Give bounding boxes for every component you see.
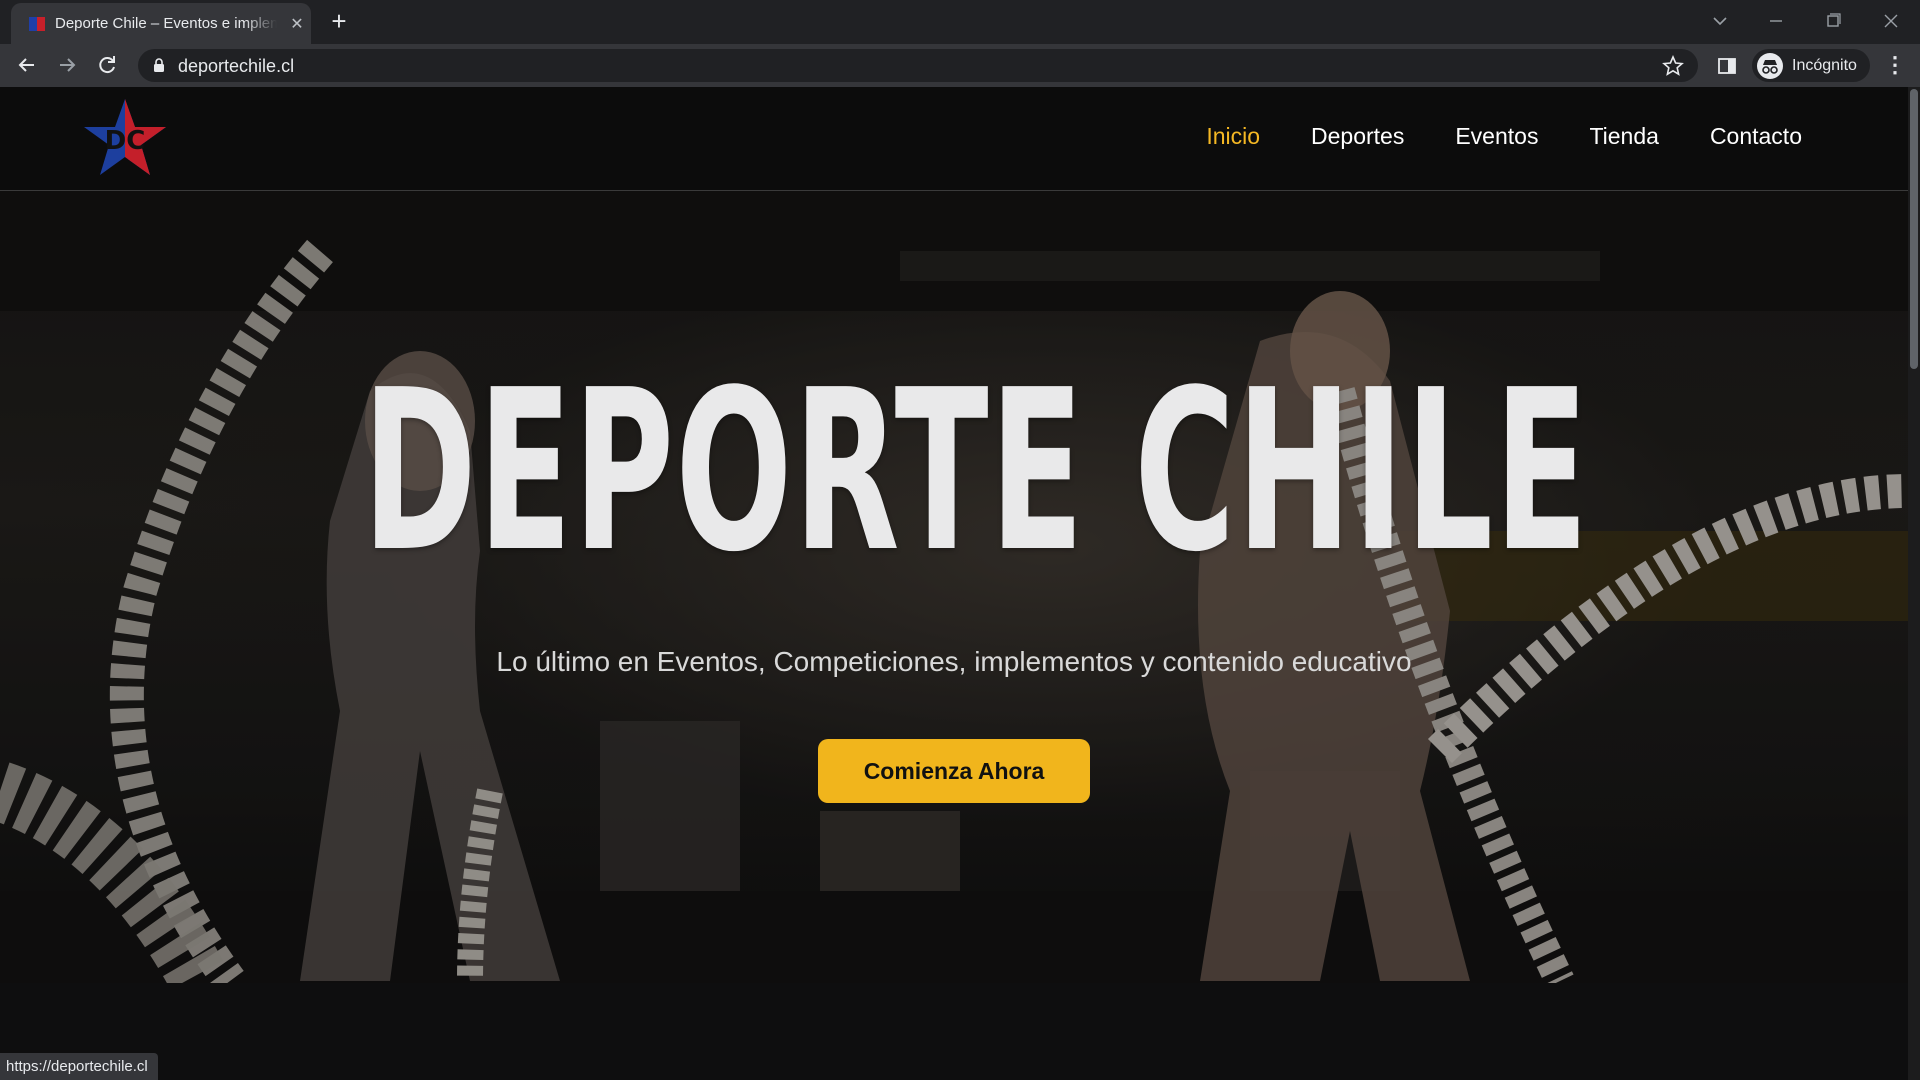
hero-section: DEPORTE CHILE Lo último en Eventos, Comp… (0, 191, 1908, 983)
tab-title: Deporte Chile – Eventos e implementos (55, 15, 277, 32)
reload-icon[interactable] (92, 50, 122, 80)
hero-title: DEPORTE CHILE (362, 343, 1590, 601)
address-bar[interactable]: deportechile.cl (138, 49, 1698, 82)
close-window-icon[interactable] (1876, 8, 1906, 34)
back-icon[interactable] (12, 50, 42, 80)
nav-deportes[interactable]: Deportes (1311, 123, 1404, 150)
nav-eventos[interactable]: Eventos (1455, 123, 1538, 150)
url-text[interactable]: deportechile.cl (178, 56, 294, 77)
tab-search-icon[interactable] (1705, 8, 1735, 34)
page-viewport: DC Inicio Deportes Eventos Tienda Contac… (0, 87, 1908, 1080)
restore-icon[interactable] (1818, 8, 1848, 34)
site-logo[interactable]: DC (82, 97, 168, 179)
new-tab-icon[interactable]: + (326, 8, 352, 35)
profile-button[interactable]: Incógnito (1752, 49, 1870, 82)
logo-text: DC (105, 126, 146, 156)
status-bar-url: https://deportechile.cl (0, 1053, 158, 1080)
page-scrollbar[interactable] (1908, 87, 1920, 1080)
site-favicon-icon (29, 17, 45, 31)
nav-inicio[interactable]: Inicio (1206, 123, 1260, 150)
scrollbar-thumb[interactable] (1910, 89, 1918, 369)
star-icon[interactable] (1662, 55, 1684, 77)
lock-icon[interactable] (152, 58, 166, 73)
comienza-ahora-button[interactable]: Comienza Ahora (818, 739, 1090, 803)
close-tab-icon[interactable]: ✕ (287, 15, 307, 35)
browser-tab[interactable]: Deporte Chile – Eventos e implementos ✕ (11, 3, 311, 44)
tab-strip: Deporte Chile – Eventos e implementos ✕ … (0, 0, 1920, 44)
hero-subtitle: Lo último en Eventos, Competiciones, imp… (496, 646, 1412, 677)
incognito-icon (1757, 53, 1783, 79)
menu-icon[interactable]: ⋮ (1884, 54, 1906, 78)
forward-icon[interactable] (52, 50, 82, 80)
profile-label: Incógnito (1792, 57, 1857, 74)
nav-tienda[interactable]: Tienda (1589, 123, 1658, 150)
side-panel-icon[interactable] (1717, 56, 1737, 76)
main-nav: Inicio Deportes Eventos Tienda Contacto (1206, 123, 1802, 150)
nav-contacto[interactable]: Contacto (1710, 123, 1802, 150)
page-section-below-hero (0, 983, 1908, 1080)
browser-toolbar: deportechile.cl Incógnito ⋮ (0, 44, 1920, 87)
site-header: DC Inicio Deportes Eventos Tienda Contac… (0, 87, 1908, 191)
minimize-icon[interactable] (1761, 8, 1791, 34)
